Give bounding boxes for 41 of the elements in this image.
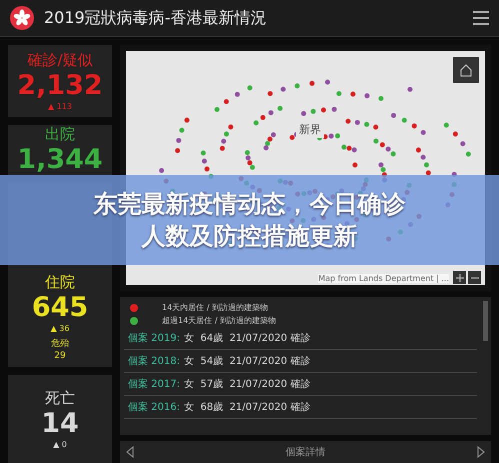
home-button[interactable] [453, 57, 479, 83]
caret-left-icon [126, 446, 134, 458]
case-number[interactable]: 個案 2019: [128, 331, 180, 345]
case-details: 女 54歲 21/07/2020 確診 [184, 354, 310, 368]
stat-value: 645 [32, 293, 88, 323]
stat-label: 死亡 [45, 389, 75, 408]
case-details: 女 64歲 21/07/2020 確診 [184, 332, 310, 345]
map-attribution: Map from Lands Department | ... [318, 274, 449, 283]
next-button[interactable] [477, 446, 485, 458]
case-number[interactable]: 個案 2016: [128, 400, 180, 414]
headline-text: 人数及防控措施更新 [142, 221, 358, 252]
stat-label: 住院 [45, 273, 75, 292]
case-details: 女 57歲 21/07/2020 確診 [184, 378, 310, 391]
caret-right-icon [477, 446, 485, 458]
stat-value: 14 [41, 409, 79, 439]
zoom-in-button[interactable] [453, 271, 466, 284]
stat-change: ▲ 113 [48, 102, 72, 111]
stat-change: ▲ 0 [53, 440, 67, 449]
scrollbar[interactable] [483, 301, 488, 341]
stat-value: 2,132 [17, 71, 103, 101]
legend-text: 超過14天居住 / 到訪過的建築物 [162, 315, 276, 326]
emblem-icon [10, 6, 34, 30]
critical-value: 29 [54, 351, 66, 361]
legend-text: 14天內居住 / 到訪過的建築物 [162, 302, 268, 313]
footer-title: 個案詳情 [286, 446, 326, 459]
case-details: 女 68歲 21/07/2020 確診 [184, 400, 310, 414]
critical-label: 危殆 [51, 338, 69, 350]
plus-icon [456, 274, 464, 282]
menu-button[interactable] [473, 11, 489, 25]
home-icon [459, 63, 473, 77]
stat-label: 出院 [45, 125, 75, 144]
stat-label: 確診/疑似 [27, 51, 93, 70]
map-place-label: 新界 [296, 121, 324, 138]
case-number[interactable]: 個案 2018: [128, 354, 180, 368]
case-number[interactable]: 個案 2017: [128, 377, 180, 391]
zoom-out-button[interactable] [468, 271, 481, 284]
previous-button[interactable] [126, 446, 134, 458]
stat-change: ▲ 36 [50, 324, 70, 333]
app-title: 2019冠狀病毒病-香港最新情況 [44, 8, 268, 28]
menu-icon [473, 11, 489, 25]
stat-value: 1,344 [17, 145, 103, 175]
